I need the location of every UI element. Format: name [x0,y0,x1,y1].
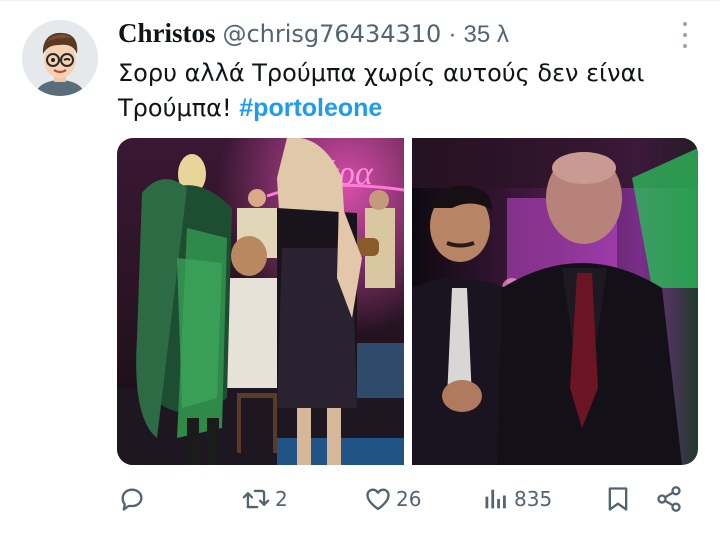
views-button[interactable]: 835 [482,480,552,518]
retweet-button[interactable]: 2 [241,480,288,518]
retweet-count: 2 [275,487,288,511]
avatar[interactable] [22,20,98,96]
header-separator: · [448,20,457,48]
share-icon [657,486,681,512]
bookmark-button[interactable] [605,480,631,518]
views-icon [485,489,506,509]
media-grid: ...κάρα [117,138,698,465]
top-divider [0,0,720,1]
hashtag-link[interactable]: #portoleone [239,94,382,122]
like-button[interactable]: 26 [364,480,421,518]
like-icon [366,488,390,511]
share-button[interactable] [655,480,683,518]
reply-button[interactable] [118,480,150,518]
author-name[interactable]: Christos [118,18,216,48]
view-count: 835 [514,487,553,511]
more-icon[interactable] [680,22,690,48]
action-bar: 2 26 835 [108,480,708,520]
tweet-header: Christos @chrisg76434310 · 35 λ [118,18,509,50]
like-count: 26 [396,487,422,511]
bookmark-icon [608,487,628,511]
tweet-time[interactable]: 35 λ [464,21,509,48]
tweet-text: Σορυ αλλά Τρούμπα χωρίς αυτούς δεν είναι… [118,56,698,126]
reply-icon [121,488,143,511]
retweet-icon [242,489,270,509]
media-photo-1[interactable]: ...κάρα [117,138,404,465]
author-handle[interactable]: @chrisg76434310 [222,20,441,48]
media-photo-2[interactable] [412,138,698,465]
